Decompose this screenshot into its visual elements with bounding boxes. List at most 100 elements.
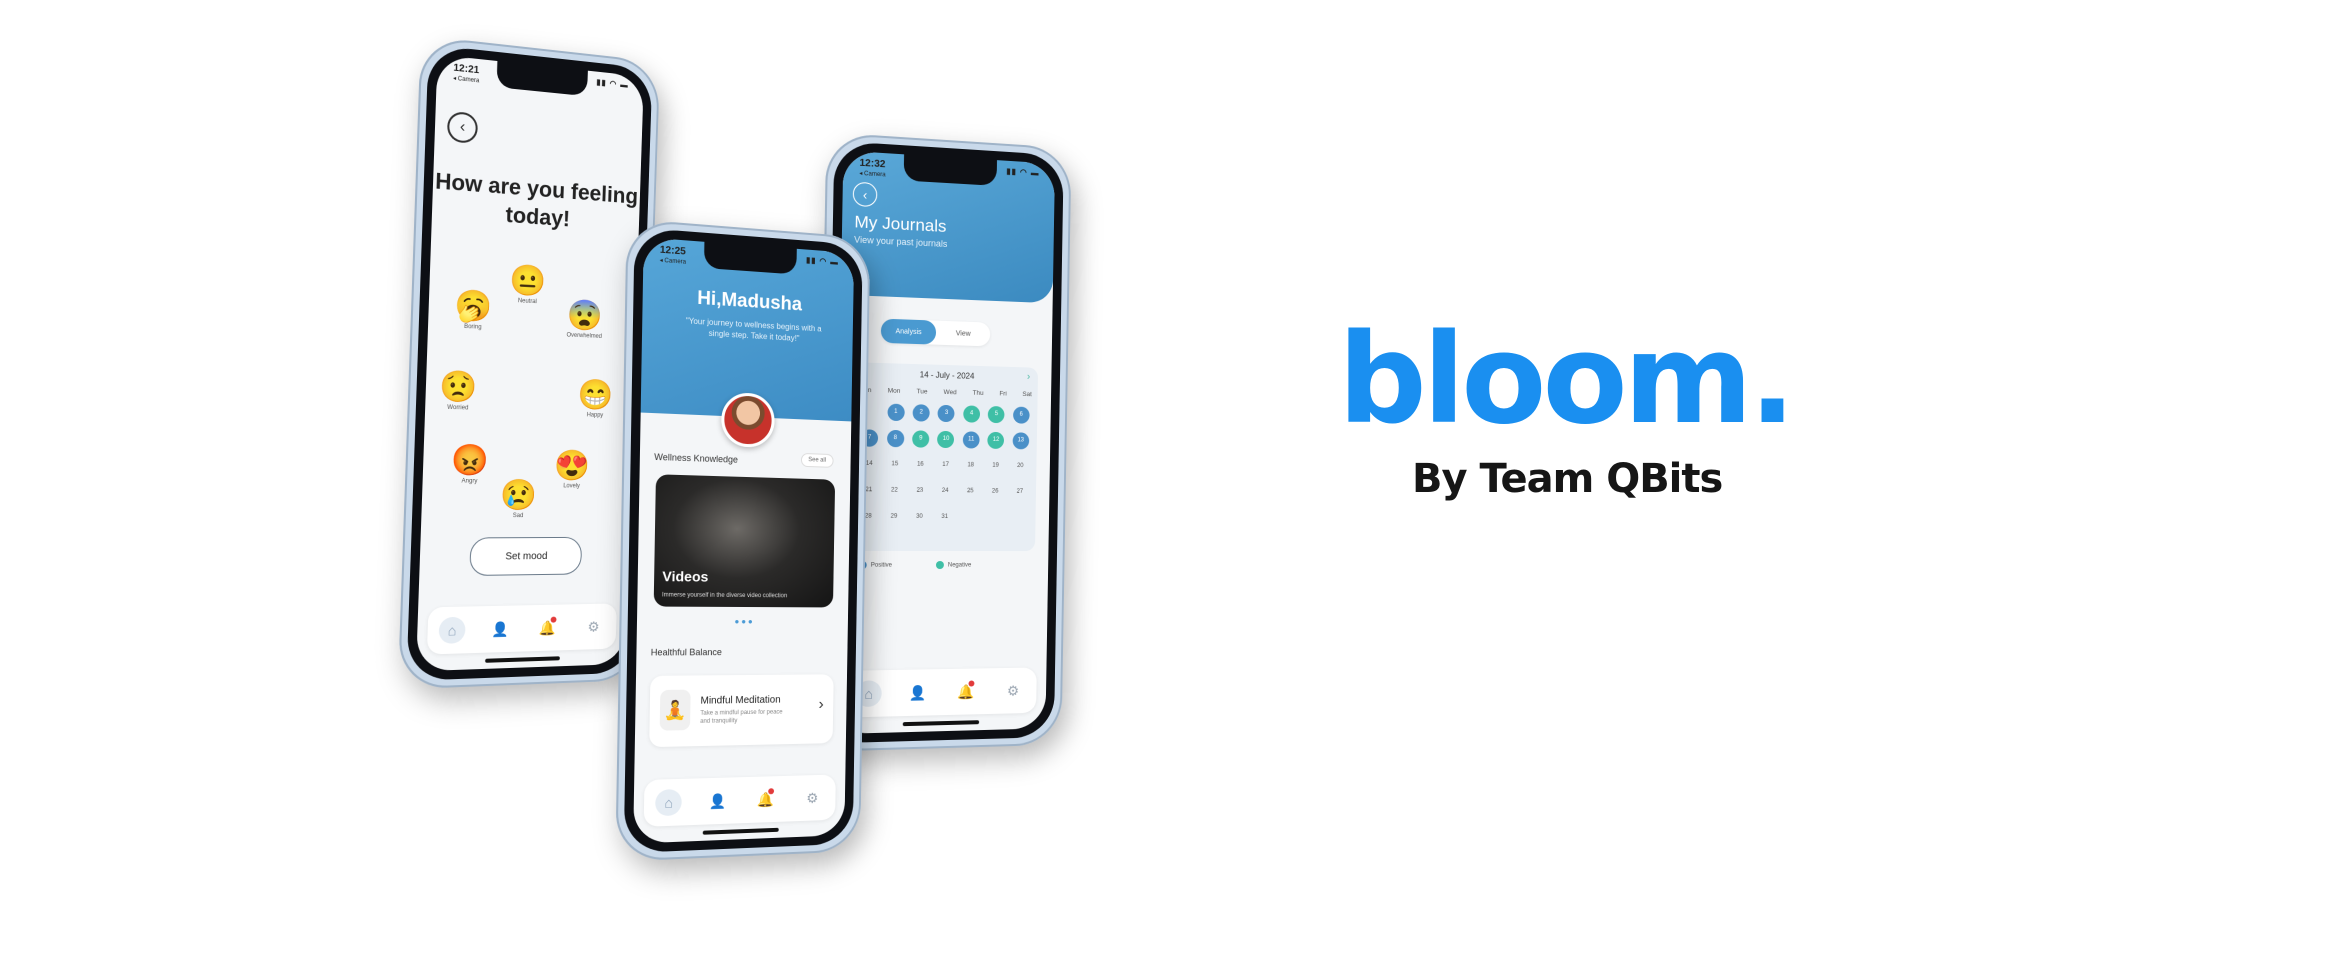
mood-label: Sad <box>512 513 524 520</box>
calendar-day[interactable]: 23 <box>907 481 933 501</box>
calendar-day[interactable]: 27 <box>1007 482 1032 502</box>
fearful-face-icon: 😨 <box>566 298 604 334</box>
negative-day-marker: 10 <box>937 430 955 448</box>
notification-icon[interactable]: 🔔 <box>953 678 979 704</box>
calendar-day[interactable]: 5 <box>984 404 1009 424</box>
profile-icon[interactable]: 👤 <box>487 616 514 643</box>
status-time: 12:32 <box>859 157 886 171</box>
signal-wifi-battery-icon: ▮▮ ◠ ▬ <box>806 255 839 267</box>
calendar-day[interactable]: 26 <box>983 481 1008 501</box>
calendar-day[interactable]: 17 <box>933 455 959 475</box>
calendar-day[interactable]: 9 <box>908 428 934 449</box>
videos-title: Videos <box>662 567 709 585</box>
legend-label: Positive <box>870 562 893 569</box>
heart-eyes-icon: 😍 <box>553 449 591 483</box>
balance-title: Healthful Balance <box>650 647 722 658</box>
positive-day-marker: 6 <box>1012 406 1030 424</box>
neutral-face-icon: 😐 <box>509 263 547 299</box>
mood-option-lovely[interactable]: 😍 Lovely <box>542 449 601 489</box>
settings-icon[interactable]: ⚙ <box>800 785 825 811</box>
phone-home-screen: 12:25 ◂ Camera ▮▮ ◠ ▬ Hi,Madusha "Your j… <box>615 218 871 862</box>
negative-day-marker: 4 <box>963 404 981 423</box>
weekday-label: Mon <box>887 387 901 395</box>
calendar-day[interactable]: 3 <box>934 403 960 424</box>
negative-day-marker: 9 <box>912 429 930 448</box>
calendar-day[interactable]: 16 <box>907 454 933 474</box>
meditation-icon: 🧘 <box>659 689 691 731</box>
home-indicator <box>902 720 980 727</box>
positive-day-marker: 8 <box>886 429 905 447</box>
back-button[interactable]: ‹ <box>446 110 479 145</box>
mood-option-worried[interactable]: 😟 Worried <box>427 369 489 412</box>
mood-option-neutral[interactable]: 😐 Neutral <box>498 263 558 306</box>
calendar-day[interactable]: 25 <box>958 481 983 501</box>
positive-day-marker: 11 <box>962 430 980 449</box>
positive-day-marker: 3 <box>937 404 956 422</box>
calendar-day[interactable]: 31 <box>932 507 958 527</box>
mood-screen: 12:21 ◂ Camera ▮▮ ◠ ▬ ‹ How are you feel… <box>415 54 644 672</box>
mood-label: Happy <box>586 412 604 419</box>
weekday-label: Wed <box>943 388 957 397</box>
calendar-day[interactable]: 24 <box>932 481 958 501</box>
calendar-day[interactable]: 29 <box>881 507 907 527</box>
calendar: ‹ 14 - July - 2024 › SunMonTueWedThuFriS… <box>850 362 1039 552</box>
calendar-day[interactable]: 18 <box>958 455 983 475</box>
weekday-label: Thu <box>972 389 984 397</box>
chevron-right-icon: › <box>818 696 824 713</box>
calendar-day[interactable]: 20 <box>1008 456 1033 476</box>
settings-icon[interactable]: ⚙ <box>581 613 607 639</box>
weekday-label: Fri <box>999 390 1007 398</box>
set-mood-button[interactable]: Set mood <box>469 536 583 577</box>
status-time: 12:25 <box>659 244 686 258</box>
mood-title: How are you feeling today! <box>434 168 639 232</box>
angry-face-icon: 😡 <box>450 443 490 478</box>
calendar-day[interactable]: 11 <box>958 429 983 449</box>
positive-day-marker: 1 <box>887 403 905 421</box>
calendar-day[interactable]: 2 <box>908 402 934 423</box>
weekday-label: Tue <box>916 388 928 396</box>
mood-option-happy[interactable]: 😁 Happy <box>566 378 624 419</box>
brand-logo: bloom. <box>1338 308 1796 452</box>
profile-icon[interactable]: 👤 <box>704 788 730 815</box>
profile-icon[interactable]: 👤 <box>904 679 930 706</box>
notification-icon[interactable]: 🔔 <box>534 615 560 642</box>
calendar-day[interactable]: 13 <box>1008 430 1033 450</box>
notification-icon[interactable]: 🔔 <box>752 786 778 813</box>
mood-option-sad[interactable]: 😢 Sad <box>488 479 548 519</box>
mood-option-overwhelmed[interactable]: 😨 Overwhelmed <box>555 298 614 340</box>
see-all-button[interactable]: See all <box>800 452 834 468</box>
calendar-day[interactable]: 19 <box>983 456 1008 476</box>
calendar-day[interactable]: 6 <box>1009 405 1034 425</box>
settings-icon[interactable]: ⚙ <box>1000 678 1026 704</box>
tab-analysis[interactable]: Analysis <box>880 318 937 345</box>
calendar-day[interactable]: 30 <box>907 507 933 527</box>
mood-option-boring[interactable]: 🥱 Boring <box>442 288 504 331</box>
calendar-day[interactable]: 8 <box>882 428 908 449</box>
status-carrier: ◂ Camera <box>859 170 886 179</box>
negative-day-marker: 5 <box>988 405 1005 423</box>
signal-wifi-battery-icon: ▮▮ ◠ ▬ <box>596 77 629 90</box>
home-icon[interactable]: ⌂ <box>438 616 466 644</box>
yawning-face-icon: 🥱 <box>454 288 493 325</box>
sad-face-icon: 😢 <box>499 478 538 513</box>
calendar-day[interactable]: 22 <box>881 480 907 500</box>
calendar-day[interactable]: 1 <box>883 401 909 422</box>
mood-label: Worried <box>447 404 469 412</box>
mood-label: Boring <box>463 323 482 331</box>
chevron-right-icon[interactable]: › <box>1027 371 1030 382</box>
tab-view[interactable]: View <box>936 321 991 347</box>
negative-day-marker: 12 <box>987 431 1005 449</box>
phone-bezel: 12:25 ◂ Camera ▮▮ ◠ ▬ Hi,Madusha "Your j… <box>623 227 863 854</box>
calendar-day[interactable]: 12 <box>983 430 1008 450</box>
calendar-day[interactable]: 4 <box>959 403 984 423</box>
calendar-grid: 1 2 3 4 5 6 7 8 9 10 11 12 13 14 15 16 17 18 19 20 21 22 23 24 2… <box>855 401 1033 528</box>
calendar-day[interactable]: 15 <box>882 454 908 475</box>
home-icon[interactable]: ⌂ <box>655 788 683 817</box>
videos-card[interactable]: Videos Immerse yourself in the diverse v… <box>653 474 836 608</box>
status-carrier: ◂ Camera <box>452 75 480 85</box>
calendar-day[interactable]: 10 <box>933 429 959 449</box>
meditation-card[interactable]: 🧘 Mindful Meditation Take a mindful paus… <box>649 674 834 748</box>
wellness-title: Wellness Knowledge <box>654 451 739 465</box>
weekday-row: SunMonTueWedThuFriSat <box>860 387 1032 398</box>
home-screen: 12:25 ◂ Camera ▮▮ ◠ ▬ Hi,Madusha "Your j… <box>633 237 855 844</box>
